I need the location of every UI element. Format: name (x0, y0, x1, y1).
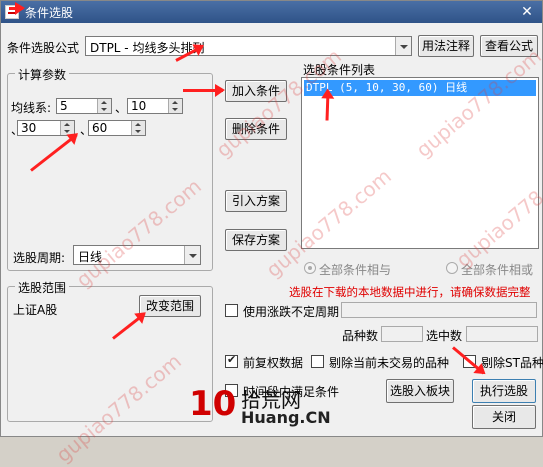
fq-data-checkbox[interactable] (225, 353, 238, 368)
site-logo: 10 拾荒网 Huang.CN (189, 384, 331, 427)
spin-up-icon[interactable] (64, 123, 70, 126)
params-group-title: 计算参数 (15, 66, 70, 83)
limit-unfixed-field[interactable] (341, 302, 537, 318)
conditions-title: 选股条件列表 (303, 63, 376, 77)
annotation-arrow (452, 346, 485, 375)
import-plan-button[interactable]: 引入方案 (225, 190, 287, 212)
period-label: 选股周期: (13, 251, 66, 265)
dialog-window: 条件选股 ✕ 条件选股公式 DTPL - 均线多头排列 用法注释 查看公式 计算… (0, 0, 543, 467)
spin-down-icon[interactable] (101, 108, 107, 111)
add-condition-button[interactable]: 加入条件 (225, 80, 287, 102)
all-and-radio[interactable] (304, 262, 316, 274)
spin-down-icon[interactable] (172, 108, 178, 111)
spin-buttons[interactable] (131, 121, 145, 135)
usage-button[interactable]: 用法注释 (418, 35, 474, 57)
delete-condition-button[interactable]: 删除条件 (225, 118, 287, 140)
selected-value (466, 326, 538, 342)
period-value: 日线 (78, 250, 103, 264)
spin-up-icon[interactable] (101, 101, 107, 104)
ma-param-4[interactable]: 60 (88, 120, 146, 136)
list-item[interactable]: DTPL (5, 10, 30, 60) 日线 (304, 80, 536, 96)
period-select[interactable]: 日线 (73, 245, 201, 265)
all-and-label: 全部条件相与 (319, 263, 392, 277)
title-bar: 条件选股 ✕ (1, 1, 542, 23)
range-value: 上证A股 (13, 303, 58, 317)
chevron-down-icon[interactable] (395, 37, 411, 55)
notice-text: 选股在下载的本地数据中进行，请确保数据完整 (289, 285, 531, 299)
close-button[interactable]: 关闭 (472, 405, 536, 429)
count-value (381, 326, 423, 342)
exclude-st-label: 剔除ST品种 (481, 356, 543, 370)
execute-button[interactable]: 执行选股 (472, 379, 536, 403)
ma-param-2[interactable]: 10 (127, 98, 183, 114)
range-group-title: 选股范围 (15, 279, 70, 296)
annotation-arrow (9, 2, 25, 15)
spin-up-icon[interactable] (135, 123, 141, 126)
limit-unfixed-label: 使用涨跌不定周期 (243, 305, 340, 319)
formula-select[interactable]: DTPL - 均线多头排列 (85, 36, 412, 56)
spin-up-icon[interactable] (172, 101, 178, 104)
save-plan-button[interactable]: 保存方案 (225, 229, 287, 251)
spin-buttons[interactable] (168, 99, 182, 113)
selected-label: 选中数 (426, 329, 463, 343)
change-range-button[interactable]: 改变范围 (139, 295, 201, 317)
formula-label: 条件选股公式 (7, 41, 80, 55)
limit-unfixed-checkbox[interactable] (225, 304, 238, 317)
count-label: 品种数 (342, 329, 379, 343)
select-to-block-button[interactable]: 选股入板块 (386, 379, 454, 403)
spin-down-icon[interactable] (135, 130, 141, 133)
all-or-label: 全部条件相或 (461, 263, 534, 277)
annotation-arrow (183, 84, 225, 97)
exclude-untrading-label: 剔除当前未交易的品种 (329, 356, 450, 370)
ma-label: 均线系: (11, 101, 52, 115)
ma-param-1[interactable]: 5 (56, 98, 112, 114)
view-formula-button[interactable]: 查看公式 (480, 35, 538, 57)
chevron-down-icon[interactable] (184, 246, 200, 264)
spin-buttons[interactable] (97, 99, 111, 113)
all-or-radio[interactable] (446, 262, 458, 274)
conditions-list[interactable]: DTPL (5, 10, 30, 60) 日线 (301, 77, 539, 249)
close-icon[interactable]: ✕ (518, 3, 536, 21)
separator: 、 (115, 101, 128, 115)
fq-data-label: 前复权数据 (243, 356, 304, 370)
exclude-untrading-checkbox[interactable] (311, 355, 324, 368)
window-title: 条件选股 (25, 6, 74, 20)
